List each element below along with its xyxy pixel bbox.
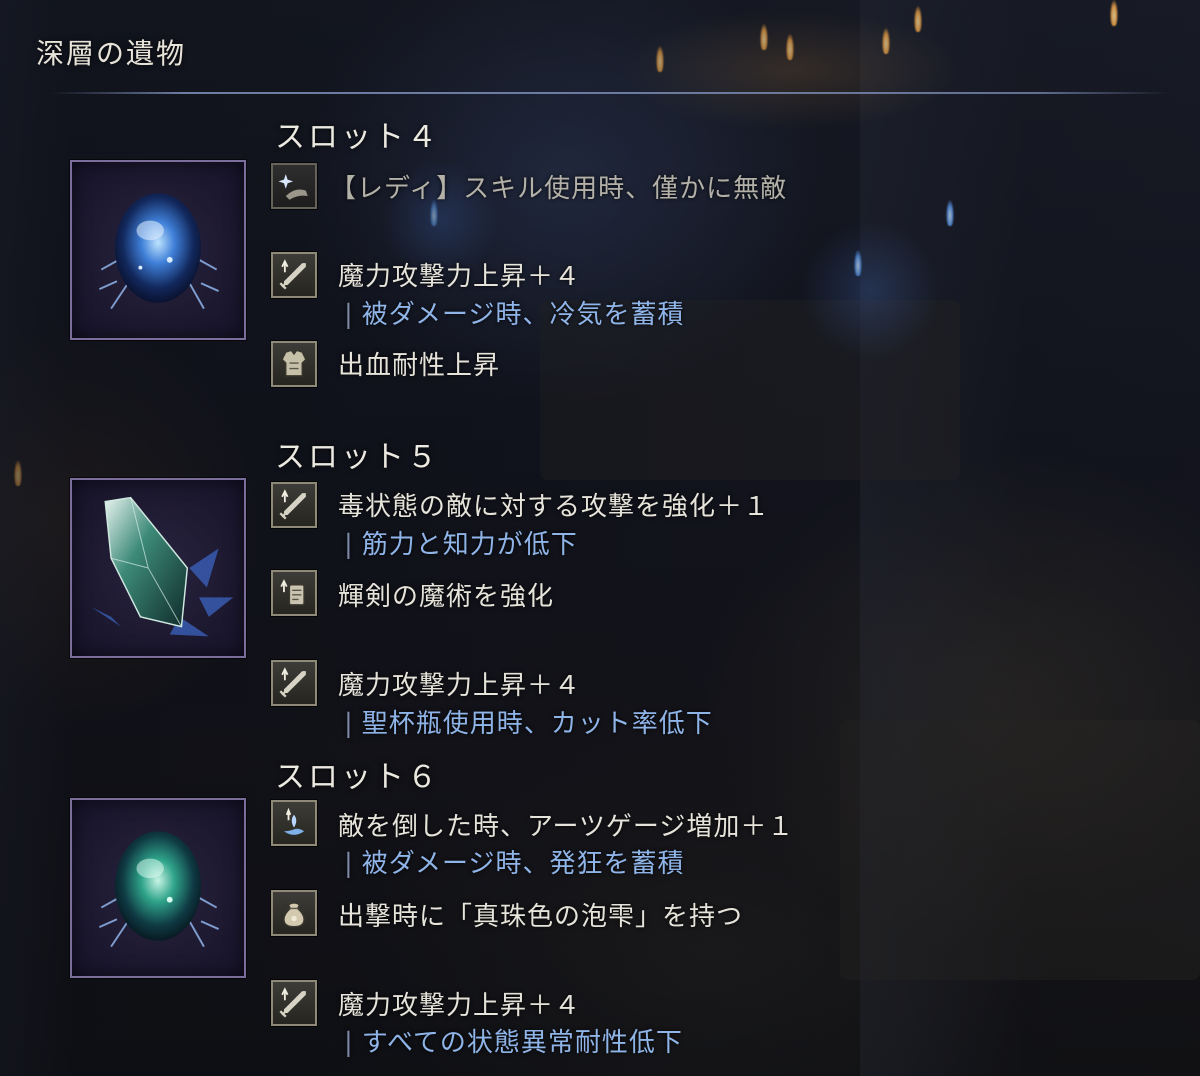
title-divider	[50, 92, 1170, 94]
blue-coral-orb-relic-icon	[98, 193, 219, 310]
effect-drawback: | 被ダメージ時、冷気を蓄積	[344, 300, 685, 330]
scroll-up-icon	[271, 570, 317, 616]
effect-text: 輝剣の魔術を強化	[338, 582, 555, 612]
green-coral-orb-relic-icon	[98, 831, 219, 948]
effect-text: 魔力攻撃力上昇＋４	[338, 991, 582, 1021]
effect-text: 出血耐性上昇	[338, 351, 501, 381]
effect-drawback: | 筋力と知力が低下	[344, 530, 578, 560]
effect-text: 出撃時に「真珠色の泡雫」を持つ	[338, 902, 744, 932]
relic-slot-6[interactable]	[70, 798, 246, 978]
sparkle-hand-icon	[271, 163, 317, 209]
arts-swirl-icon	[271, 800, 317, 846]
relic-slot-4[interactable]	[70, 160, 246, 340]
page-title: 深層の遺物	[36, 37, 187, 70]
effect-drawback: | 聖杯瓶使用時、カット率低下	[344, 709, 713, 739]
armor-icon	[271, 341, 317, 387]
green-crystal-relic-icon	[91, 496, 234, 637]
effect-text: 敵を倒した時、アーツゲージ増加＋１	[338, 812, 795, 842]
slot-heading-4: スロット４	[275, 120, 440, 155]
pouch-icon	[271, 890, 317, 936]
sword-up-icon	[271, 660, 317, 706]
sword-up-icon	[271, 482, 317, 528]
effect-text: 毒状態の敵に対する攻撃を強化＋１	[338, 492, 771, 522]
effect-text: 【レディ】スキル使用時、僅かに無敵	[330, 174, 788, 204]
slot-heading-5: スロット５	[275, 440, 440, 475]
slot-heading-6: スロット６	[275, 760, 440, 795]
sword-up-icon	[271, 980, 317, 1026]
effect-text: 魔力攻撃力上昇＋４	[338, 262, 582, 292]
sword-up-icon	[271, 252, 317, 298]
effect-drawback: | すべての状態異常耐性低下	[344, 1028, 683, 1058]
relic-slot-5[interactable]	[70, 478, 246, 658]
effect-text: 魔力攻撃力上昇＋４	[338, 671, 582, 701]
effect-drawback: | 被ダメージ時、発狂を蓄積	[344, 849, 685, 879]
